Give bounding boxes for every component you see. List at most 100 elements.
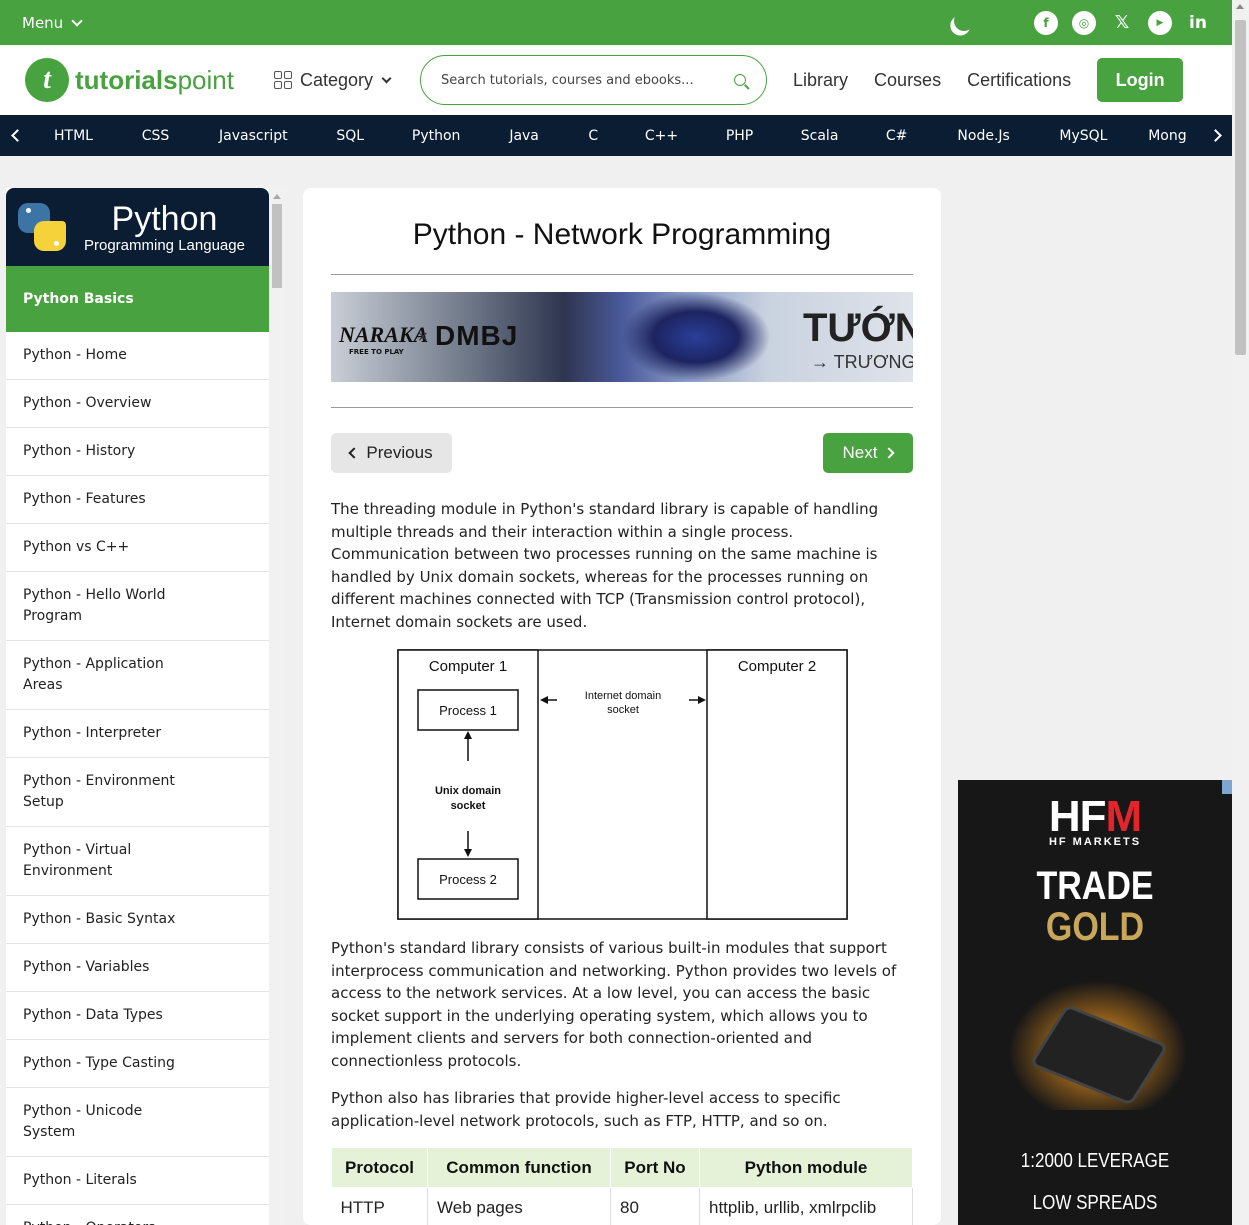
language-nav: HTML CSS Javascript SQL Python Java C C+… [0,115,1232,156]
chevron-down-icon [71,14,83,27]
main-content: Python - Network Programming NARAKA FREE… [303,188,941,1225]
sidebar-item[interactable]: Python - Home [6,332,269,380]
ad-choices-icon[interactable] [1222,780,1232,794]
sidebar-item[interactable]: Python - Operators [6,1205,269,1225]
lang-css[interactable]: CSS [117,128,194,144]
search-input[interactable] [441,72,712,88]
menu-button[interactable]: Menu [22,14,83,32]
banner-headline: TƯỚN [803,306,913,350]
network-diagram: Computer 1 Computer 2 Process 1 Process … [396,649,848,920]
lang-html[interactable]: HTML [30,128,117,144]
x-icon[interactable]: 𝕏 [1110,11,1134,35]
sidebar-scrollbar[interactable] [269,188,285,1225]
youtube-icon[interactable]: ▶ [1148,10,1172,35]
ad-banner[interactable]: NARAKA FREE TO PLAY × DMBJ TƯỚN → TRƯƠNG [331,292,913,382]
search-box [420,55,768,105]
lang-php[interactable]: PHP [700,128,779,144]
ad-line-gold: GOLD [1045,905,1145,949]
banner-times: × [417,329,429,345]
lang-sql[interactable]: SQL [313,128,388,144]
nav-library[interactable]: Library [793,70,848,91]
header-nav: Library Courses Certifications [793,70,1071,91]
sidebar-header: Python Programming Language [6,188,269,266]
python-logo-icon [16,201,68,253]
table-cell: 80 [610,1187,700,1225]
sidebar-item[interactable]: Python - Interpreter [6,710,269,758]
sidebar-item[interactable]: Python - Variables [6,944,269,992]
sidebar-item[interactable]: Python - History [6,428,269,476]
table-header: Common function [427,1147,611,1188]
divider [331,274,913,275]
category-dropdown[interactable]: Category [273,70,392,91]
dark-mode-icon[interactable] [951,8,977,34]
lang-mongodb[interactable]: Mong [1133,128,1202,144]
sidebar-item[interactable]: Python - Basic Syntax [6,896,269,944]
linkedin-icon[interactable]: in [1186,11,1210,35]
banner-art [621,292,771,382]
sidebar-section-python-basics[interactable]: Python Basics [6,266,269,332]
sidebar-item[interactable]: Python - Features [6,476,269,524]
page-scrollbar[interactable] [1232,0,1249,1225]
lang-nodejs[interactable]: Node.Js [933,128,1034,144]
lang-python[interactable]: Python [388,128,485,144]
sidebar-item[interactable]: Python - Type Casting [6,1040,269,1088]
sidebar-item[interactable]: Python - Overview [6,380,269,428]
site-logo[interactable]: t tutorialspoint [25,58,234,102]
paragraph: Python also has libraries that provide h… [331,1089,841,1130]
previous-button[interactable]: Previous [331,433,452,473]
next-label: Next [842,443,878,462]
banner-brand-dmbj: DMBJ [435,320,519,351]
lang-scala[interactable]: Scala [779,128,860,144]
ad-brand-m: M [1105,792,1143,841]
scroll-left-icon[interactable] [0,115,30,156]
sidebar-item[interactable]: Python - Environment Setup [6,758,269,827]
banner-subline: → TRƯƠNG [811,352,913,372]
paragraph: Python's standard library consists of va… [331,939,897,1070]
inet-socket-label-2: socket [607,704,639,716]
sidebar-item[interactable]: Python - Virtual Environment [6,827,269,896]
table-row: HTTP Web pages 80 httplib, urllib, xmlrp… [331,1187,913,1225]
table-header: Protocol [331,1147,428,1188]
facebook-icon[interactable]: f [1034,10,1058,35]
paragraph: The threading module in Python's standar… [331,500,879,631]
search-icon[interactable] [734,74,747,86]
next-button[interactable]: Next [823,433,913,473]
lang-java[interactable]: Java [485,128,564,144]
logo-word-tutorials: tutorials [75,64,178,95]
sidebar-item[interactable]: Python - Unicode System [6,1088,269,1157]
lang-csharp[interactable]: C# [860,128,933,144]
sidebar-item[interactable]: Python - Application Areas [6,641,269,710]
nav-certifications[interactable]: Certifications [967,70,1071,91]
computer2-box [705,649,848,920]
chevron-right-icon [883,447,896,459]
sidebar-item[interactable]: Python - Literals [6,1157,269,1205]
instagram-icon[interactable]: ◎ [1072,10,1096,35]
lang-cpp[interactable]: C++ [623,128,700,144]
unix-socket-label-1: Unix domain [434,785,500,797]
scrollbar-thumb[interactable] [1235,20,1246,355]
lang-mysql[interactable]: MySQL [1034,128,1133,144]
top-bar: Menu f ◎ 𝕏 ▶ in [0,0,1232,45]
table-header: Port No [610,1147,700,1188]
sidebar-item[interactable]: Python - Data Types [6,992,269,1040]
lang-c[interactable]: C [564,128,623,144]
ad-spreads: LOW SPREADS [1032,1192,1158,1214]
table-cell: HTTP [331,1187,428,1225]
ad-hfm[interactable]: HFM HF MARKETS TRADE GOLD 1:2000 LEVERAG… [958,780,1232,1225]
scroll-up-icon[interactable] [1236,4,1244,9]
sidebar-item[interactable]: Python - Hello World Program [6,572,269,641]
scroll-up-icon[interactable] [273,194,281,199]
login-button[interactable]: Login [1097,58,1184,102]
banner-brand-sub: FREE TO PLAY [349,348,404,356]
ad-brand-hf: HF [1048,792,1107,841]
language-list: HTML CSS Javascript SQL Python Java C C+… [30,128,1202,144]
scroll-right-icon[interactable] [1202,115,1232,156]
lang-javascript[interactable]: Javascript [194,128,313,144]
sidebar: Python Programming Language Python Basic… [6,188,269,1225]
sidebar-title: Python [111,199,218,238]
nav-courses[interactable]: Courses [874,70,941,91]
table-cell: Web pages [427,1187,611,1225]
page-title: Python - Network Programming [412,218,832,251]
scrollbar-thumb[interactable] [272,204,282,288]
sidebar-item[interactable]: Python vs C++ [6,524,269,572]
